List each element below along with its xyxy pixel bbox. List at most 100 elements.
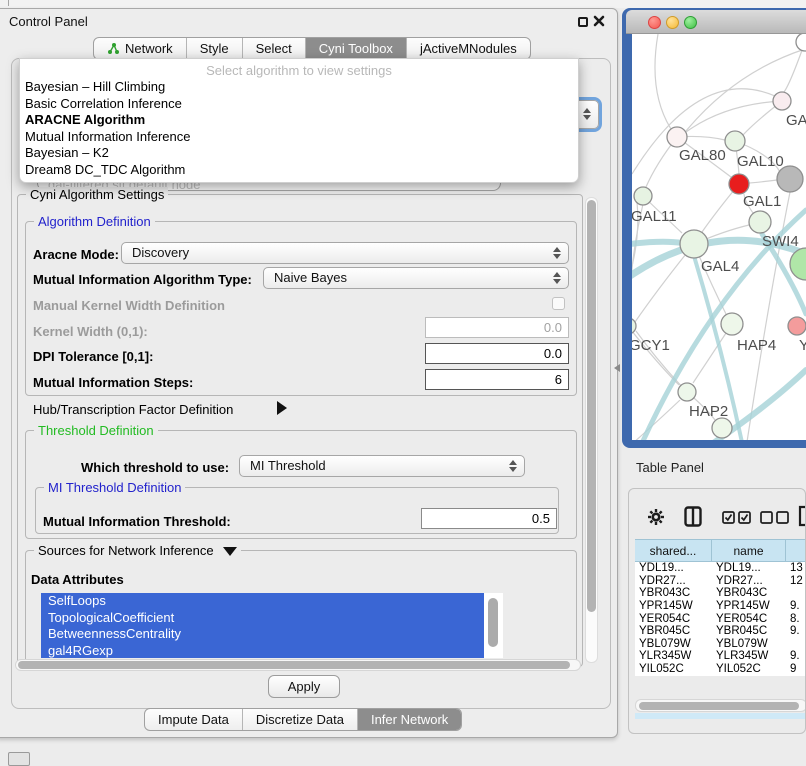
deselect-all-checks-icon[interactable]: [760, 511, 790, 524]
settings-hscrollbar-track[interactable]: [15, 659, 581, 671]
network-node-swi4[interactable]: [749, 211, 771, 233]
sources-title[interactable]: Sources for Network Inference: [34, 543, 241, 558]
settings-scrollbar-thumb[interactable]: [587, 200, 596, 612]
table-cell[interactable]: YBR045C: [712, 625, 786, 638]
table-row[interactable]: YIL052CYIL052C9: [635, 663, 806, 676]
network-node-hap2[interactable]: [678, 383, 696, 401]
network-node[interactable]: [777, 166, 803, 192]
aracne-mode-combo[interactable]: Discovery: [121, 242, 569, 264]
table-cell[interactable]: YIL052C: [712, 663, 786, 676]
splitpane-handle-icon[interactable]: [614, 364, 620, 372]
table-row[interactable]: YPR145WYPR145W9.: [635, 600, 806, 613]
tab-select[interactable]: Select: [243, 38, 306, 59]
table-cell[interactable]: 12: [786, 575, 806, 588]
minimize-traffic-light[interactable]: [666, 16, 679, 29]
attribute-item[interactable]: TopologicalCoefficient: [41, 610, 484, 627]
dropdown-item[interactable]: Bayesian – K2: [20, 145, 578, 162]
table-row[interactable]: YLR345WYLR345W9.: [635, 650, 806, 663]
table-cell[interactable]: 9.: [786, 625, 806, 638]
table-cell[interactable]: YPR145W: [635, 600, 712, 613]
tab-cyni-toolbox[interactable]: Cyni Toolbox: [306, 38, 407, 59]
column-header[interactable]: shared...: [635, 539, 712, 562]
select-all-checks-icon[interactable]: [722, 511, 752, 524]
dropdown-item[interactable]: Dream8 DC_TDC Algorithm: [20, 162, 578, 179]
table-cell[interactable]: YDR27...: [635, 575, 712, 588]
network-node-y[interactable]: [788, 317, 806, 335]
column-header[interactable]: [786, 539, 806, 562]
table-row[interactable]: YBR045CYBR045C9.: [635, 625, 806, 638]
table-cell[interactable]: YDL19...: [635, 562, 712, 575]
network-node[interactable]: [790, 248, 806, 280]
network-node-hap4[interactable]: [721, 313, 743, 335]
table-cell[interactable]: YER054C: [635, 613, 712, 626]
dpi-tolerance-field[interactable]: [425, 343, 569, 364]
dropdown-item[interactable]: ARACNE Algorithm: [20, 112, 578, 129]
partial-bottom-widget[interactable]: [8, 752, 30, 766]
network-canvas[interactable]: GALGAL80GAL10GAL1GAL11SWI4GAL4GCY1HAP4YH…: [632, 34, 806, 440]
network-node-gal[interactable]: [773, 92, 791, 110]
mi-type-combo[interactable]: Naive Bayes: [263, 267, 569, 289]
table-cell[interactable]: YPR145W: [712, 600, 786, 613]
table-cell[interactable]: YLR345W: [635, 650, 712, 663]
table-cell[interactable]: YBR043C: [712, 587, 786, 600]
bottom-tab-discretize-data[interactable]: Discretize Data: [243, 709, 358, 730]
attribute-item[interactable]: SelfLoops: [41, 593, 484, 610]
table-row[interactable]: YDL19...YDL19...13: [635, 562, 806, 575]
network-node-gal80[interactable]: [667, 127, 687, 147]
float-window-icon[interactable]: [578, 17, 588, 27]
dropdown-item[interactable]: Bayesian – Hill Climbing: [20, 79, 578, 96]
table-cell[interactable]: YLR345W: [712, 650, 786, 663]
mi-steps-field[interactable]: [425, 369, 569, 390]
kernel-width-field[interactable]: [425, 317, 569, 338]
network-node-gal4[interactable]: [680, 230, 708, 258]
network-node-gal10[interactable]: [725, 131, 745, 151]
attribute-item[interactable]: gal4RGexp: [41, 643, 484, 659]
tab-network[interactable]: Network: [94, 38, 187, 59]
table-cell[interactable]: YDR27...: [712, 575, 786, 588]
table-cell[interactable]: 9: [786, 663, 806, 676]
table-row[interactable]: YBR043CYBR043C: [635, 587, 806, 600]
table-row[interactable]: YER054CYER054C8.: [635, 613, 806, 626]
table-cell[interactable]: [786, 587, 806, 600]
gear-icon[interactable]: [647, 508, 665, 526]
table-cell[interactable]: 13: [786, 562, 806, 575]
network-window-titlebar[interactable]: [626, 10, 806, 34]
table-cell[interactable]: 9.: [786, 600, 806, 613]
data-attributes-list[interactable]: SelfLoopsTopologicalCoefficientBetweenne…: [41, 593, 503, 658]
network-node[interactable]: [796, 34, 806, 51]
zoom-traffic-light[interactable]: [684, 16, 697, 29]
bottom-tab-infer-network[interactable]: Infer Network: [358, 709, 461, 730]
attribute-item[interactable]: BetweennessCentrality: [41, 626, 484, 643]
which-threshold-combo[interactable]: MI Threshold: [239, 455, 525, 477]
network-node-gal11[interactable]: [634, 187, 652, 205]
manual-kernel-checkbox[interactable]: [552, 297, 565, 310]
table-cell[interactable]: 8.: [786, 613, 806, 626]
dropdown-item[interactable]: Mutual Information Inference: [20, 129, 578, 146]
table-cell[interactable]: YER054C: [712, 613, 786, 626]
table-cell[interactable]: YDL19...: [712, 562, 786, 575]
table-cell[interactable]: YBR043C: [635, 587, 712, 600]
bottom-tab-impute-data[interactable]: Impute Data: [145, 709, 243, 730]
hub-definition-label[interactable]: Hub/Transcription Factor Definition: [33, 402, 233, 417]
apply-button[interactable]: Apply: [268, 675, 340, 698]
table-cell[interactable]: [786, 638, 806, 651]
table-cell[interactable]: 9.: [786, 650, 806, 663]
settings-scrollbar-track[interactable]: [585, 197, 598, 663]
table-row[interactable]: YBL079WYBL079W: [635, 638, 806, 651]
settings-hscrollbar-thumb[interactable]: [18, 661, 570, 669]
attribute-list-scrollbar-thumb[interactable]: [488, 598, 498, 647]
network-node[interactable]: [712, 418, 732, 438]
network-node-gal1[interactable]: [729, 174, 749, 194]
table-cell[interactable]: YIL052C: [635, 663, 712, 676]
collapse-down-icon[interactable]: [223, 547, 237, 556]
mi-threshold-field[interactable]: [421, 508, 557, 529]
document-icon[interactable]: [798, 505, 806, 527]
close-icon[interactable]: [593, 15, 605, 27]
table-hscrollbar-thumb[interactable]: [639, 702, 799, 710]
close-traffic-light[interactable]: [648, 16, 661, 29]
expand-right-icon[interactable]: [277, 401, 287, 415]
table-cell[interactable]: YBR045C: [635, 625, 712, 638]
column-header[interactable]: name: [712, 539, 786, 562]
dropdown-item[interactable]: Basic Correlation Inference: [20, 96, 578, 113]
table-cell[interactable]: YBL079W: [712, 638, 786, 651]
